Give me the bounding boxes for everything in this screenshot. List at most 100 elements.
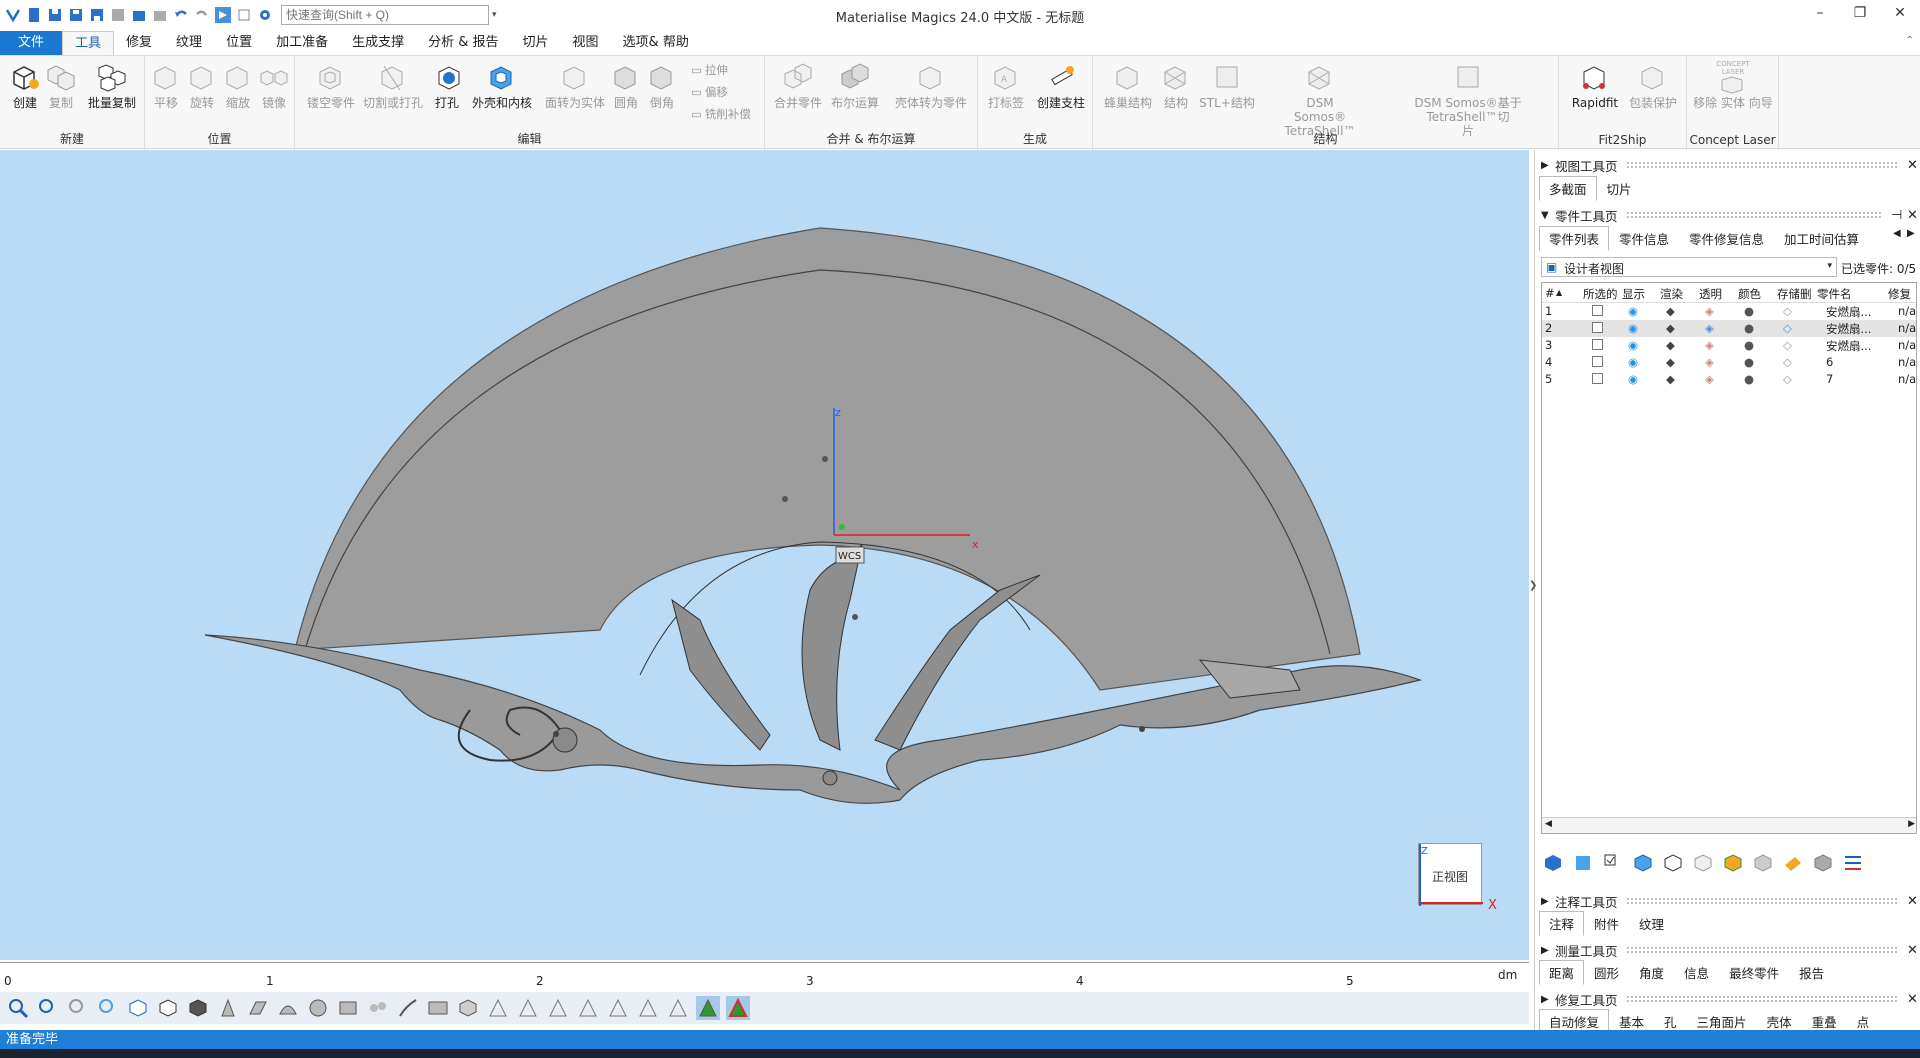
tabs-scroll-left-icon[interactable]: ◀ — [1893, 228, 1901, 239]
eye-icon[interactable]: ◉ — [1628, 355, 1638, 369]
select-shell-icon[interactable] — [306, 996, 330, 1020]
zoom-icon[interactable] — [6, 996, 30, 1020]
unmark-icon[interactable] — [606, 996, 630, 1020]
render-icon[interactable]: ◆ — [1666, 355, 1675, 369]
select-triangle-icon[interactable] — [216, 996, 240, 1020]
remove-solid-wizard-button[interactable]: CONCEPT LASER 移除 实体 向导 — [1691, 60, 1775, 110]
row-select-checkbox[interactable] — [1592, 305, 1603, 316]
part-highlight-icon[interactable] — [1781, 851, 1805, 875]
part-label-icon[interactable] — [1751, 851, 1775, 875]
col-display[interactable]: 显示 — [1622, 286, 1645, 302]
invert-mark-icon[interactable] — [636, 996, 660, 1020]
part-load-icon[interactable] — [1541, 851, 1565, 875]
measure-toolpage-collapse-icon[interactable]: ▶ — [1541, 945, 1549, 956]
punch-button[interactable]: 打孔 — [433, 60, 461, 110]
col-transparent[interactable]: 透明 — [1699, 286, 1722, 302]
undo-icon[interactable] — [172, 6, 190, 24]
repair-toolpage-collapse-icon[interactable]: ▶ — [1541, 994, 1549, 1005]
panel-splitter-icon[interactable]: ❯ — [1529, 580, 1537, 591]
label-button[interactable]: A 打标签 — [986, 60, 1026, 110]
render-icon[interactable]: ◆ — [1666, 338, 1675, 352]
part-clone-icon[interactable] — [1691, 851, 1715, 875]
col-num[interactable]: # — [1545, 286, 1555, 300]
shell-to-part-button[interactable]: 壳体转为零件 — [893, 60, 969, 110]
dsm-slice-button[interactable]: DSM Somos®基于TetraShell™切 片 — [1383, 60, 1553, 138]
view-toolpage-close-icon[interactable]: ✕ — [1907, 158, 1918, 173]
tab-options[interactable]: 选项& 帮助 — [611, 31, 701, 55]
repair-toolpage-header[interactable]: ▶ 修复工具页 ✕ — [1541, 990, 1918, 1008]
part-toolpage-pin-icon[interactable]: ⊣ — [1891, 208, 1902, 223]
tab-tools[interactable]: 工具 — [62, 31, 115, 55]
view-orientation-icon[interactable] — [126, 996, 150, 1020]
view-toolpage-collapse-icon[interactable]: ▶ — [1541, 160, 1549, 171]
table-row[interactable]: 5 ◉ ◆ ◈ ● ◇ 7 n/a — [1542, 371, 1916, 388]
scroll-right-icon[interactable]: ▶ — [1908, 819, 1915, 829]
part-toolpage-header[interactable]: ▼ 零件工具页 ⊣ ✕ — [1541, 206, 1918, 224]
tab-fix[interactable]: 修复 — [114, 31, 164, 55]
section-icon[interactable] — [336, 996, 360, 1020]
merge-button[interactable]: 合并零件 — [773, 60, 823, 110]
part-toolpage-collapse-icon[interactable]: ▼ — [1541, 210, 1549, 221]
tab-slice-view[interactable]: 切片 — [1597, 176, 1642, 201]
structure-button[interactable]: 结构 — [1159, 60, 1193, 110]
measure-toolpage-header[interactable]: ▶ 测量工具页 ✕ — [1541, 941, 1918, 959]
tab-part-list[interactable]: 零件列表 — [1539, 226, 1610, 251]
annotation-toolpage-close-icon[interactable]: ✕ — [1907, 894, 1918, 909]
tab-report[interactable]: 报告 — [1789, 960, 1834, 985]
save-all-icon[interactable] — [109, 6, 127, 24]
tab-support[interactable]: 生成支撑 — [340, 31, 416, 55]
import-icon[interactable] — [130, 6, 148, 24]
rapidfit-button[interactable]: Rapidfit — [1567, 60, 1623, 110]
tab-slice[interactable]: 切片 — [511, 31, 561, 55]
shading-icon[interactable] — [186, 996, 210, 1020]
row-select-checkbox[interactable] — [1592, 322, 1603, 333]
expand-mark-icon[interactable] — [666, 996, 690, 1020]
restore-icon[interactable]: ❐ — [1840, 0, 1880, 26]
tab-multi-section[interactable]: 多截面 — [1539, 176, 1597, 201]
mill-comp-button[interactable]: ▭ 铣削补偿 — [691, 106, 751, 122]
eye-icon[interactable]: ◉ — [1628, 321, 1638, 335]
transparent-icon[interactable]: ◈ — [1705, 355, 1714, 369]
marking-icon[interactable] — [366, 996, 390, 1020]
redo-icon[interactable] — [193, 6, 211, 24]
storage-icon[interactable]: ◇ — [1783, 304, 1792, 318]
tab-angle[interactable]: 角度 — [1629, 960, 1674, 985]
tab-final-part[interactable]: 最终零件 — [1719, 960, 1789, 985]
render-icon[interactable]: ◆ — [1666, 321, 1675, 335]
measure-toolpage-close-icon[interactable]: ✕ — [1907, 943, 1918, 958]
tab-view[interactable]: 视图 — [561, 31, 611, 55]
new-file-icon[interactable] — [25, 6, 43, 24]
minimize-icon[interactable]: – — [1800, 0, 1840, 26]
view-toolpage-header[interactable]: ▶ 视图工具页 ✕ — [1541, 156, 1918, 174]
offset-button[interactable]: ▭ 偏移 — [691, 84, 728, 100]
scale-button[interactable]: 缩放 — [221, 60, 255, 110]
repair-toolpage-close-icon[interactable]: ✕ — [1907, 992, 1918, 1007]
chamfer-button[interactable]: 倒角 — [645, 60, 679, 110]
color-icon[interactable]: ● — [1744, 338, 1754, 352]
stl-structure-button[interactable]: STL+结构 — [1199, 60, 1255, 110]
col-fix[interactable]: 修复 — [1888, 286, 1911, 302]
transparent-icon[interactable]: ◈ — [1705, 338, 1714, 352]
table-hscrollbar[interactable]: ◀ ▶ — [1542, 817, 1916, 833]
color-icon[interactable]: ● — [1744, 355, 1754, 369]
row-select-checkbox[interactable] — [1592, 356, 1603, 367]
zoom-part-icon[interactable] — [66, 996, 90, 1020]
table-row[interactable]: 1 ◉ ◆ ◈ ● ◇ 安燃扇... n/a — [1542, 303, 1916, 320]
extrude-button[interactable]: ▭ 拉伸 — [691, 62, 728, 78]
table-row[interactable]: 4 ◉ ◆ ◈ ● ◇ 6 n/a — [1542, 354, 1916, 371]
sort-icon[interactable]: ▲ — [1556, 288, 1562, 297]
ribbon-collapse-icon[interactable]: ⌃ — [1906, 35, 1914, 46]
part-group-icon[interactable] — [1631, 851, 1655, 875]
select-plane-icon[interactable] — [246, 996, 270, 1020]
quick-search-input[interactable] — [281, 5, 489, 25]
marking-window-icon[interactable] — [426, 996, 450, 1020]
qa-customize-icon[interactable]: ▾ — [492, 10, 497, 20]
table-row[interactable]: 3 ◉ ◆ ◈ ● ◇ 安燃扇... n/a — [1542, 337, 1916, 354]
tab-more[interactable] — [1869, 226, 1895, 251]
row-select-checkbox[interactable] — [1592, 373, 1603, 384]
color-icon[interactable]: ● — [1744, 372, 1754, 386]
storage-icon[interactable]: ◇ — [1783, 355, 1792, 369]
col-storage[interactable]: 存储删 — [1777, 286, 1812, 302]
3d-viewport[interactable]: z x WCS Z 正视图 X — [0, 150, 1529, 962]
tabs-scroll-right-icon[interactable]: ▶ — [1907, 228, 1915, 239]
